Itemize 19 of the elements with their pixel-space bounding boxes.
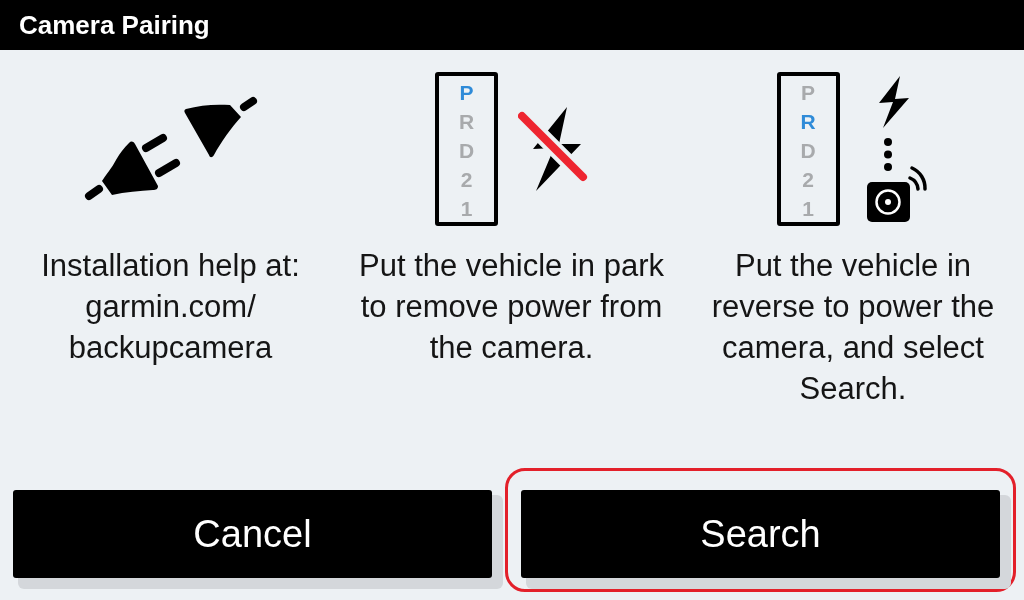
gear-label: 1 xyxy=(460,196,473,222)
lightning-crossed-out-icon xyxy=(518,107,587,191)
lightning-icon xyxy=(878,76,909,128)
gear-label: P xyxy=(801,80,815,106)
plug-and-socket-icon xyxy=(83,96,258,202)
gear-label: R xyxy=(458,109,475,135)
gear-label: P xyxy=(459,80,474,106)
instruction-text: Installation help at: garmin.com/ backupcamera xyxy=(40,247,301,367)
instruction-text: Put the vehicle in reverse to power the camera, and select Search. xyxy=(710,247,996,408)
gear-label: D xyxy=(458,138,475,164)
window-title: Camera Pairing xyxy=(19,9,210,41)
gear-label: 1 xyxy=(802,196,814,222)
gear-label: R xyxy=(800,109,816,135)
gear-label: D xyxy=(800,138,816,164)
dots-icon xyxy=(883,138,892,171)
instruction-text: Put the vehicle in park to remove power from the camera. xyxy=(358,247,665,367)
gear-label: 2 xyxy=(460,167,473,193)
gear-label: 2 xyxy=(802,167,814,193)
wireless-camera-icon xyxy=(866,166,927,222)
